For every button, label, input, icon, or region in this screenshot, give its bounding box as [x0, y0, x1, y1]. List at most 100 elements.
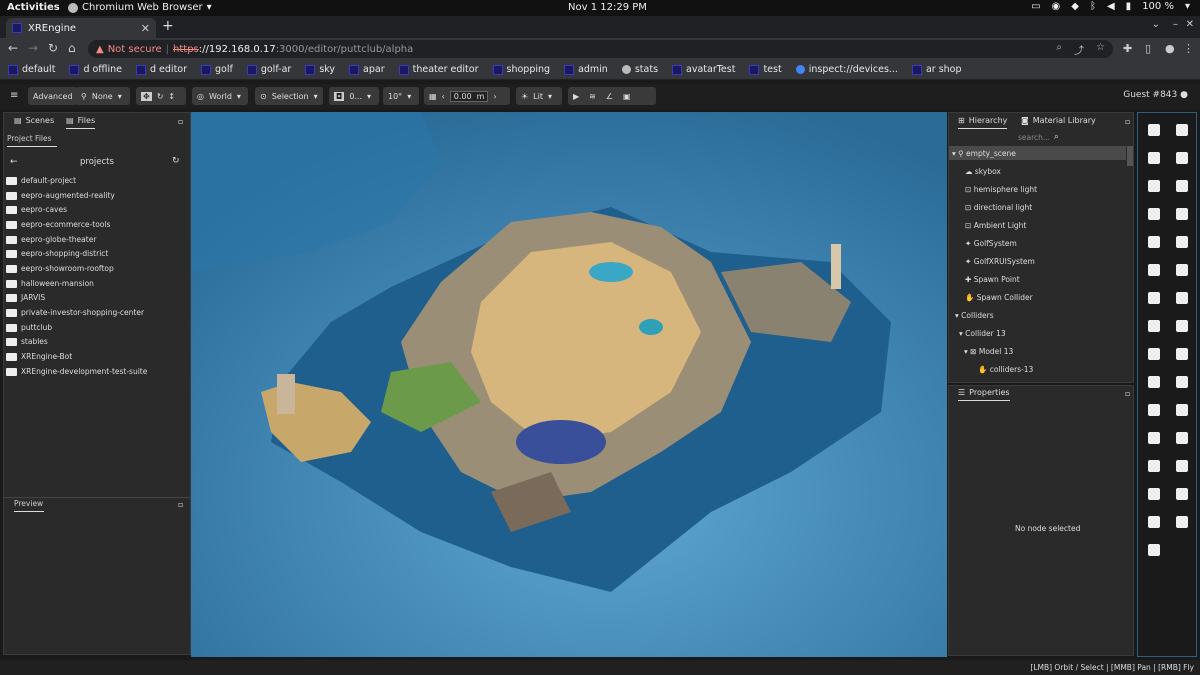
add-to-cart-icon[interactable]: [1148, 544, 1160, 556]
cloud-icon[interactable]: [1148, 292, 1160, 304]
tree-node[interactable]: ✦ GolfXRUISystem: [965, 257, 1035, 266]
grid-snap-select[interactable]: ◘ 0... ▾: [329, 87, 379, 105]
volume-icon[interactable]: [1148, 460, 1160, 472]
tree-node[interactable]: ⊡ directional light: [965, 203, 1032, 212]
bookmark-item[interactable]: inspect://devices...: [795, 64, 898, 75]
chevron-right-icon[interactable]: ›: [493, 92, 496, 101]
frame-icon[interactable]: ▣: [623, 92, 631, 101]
bookmark-item[interactable]: d editor: [136, 64, 187, 75]
video-camera-icon[interactable]: [1148, 488, 1160, 500]
forward-button[interactable]: →: [28, 41, 38, 55]
camera-icon[interactable]: [1148, 124, 1160, 136]
list-item[interactable]: XREngine-Bot: [6, 350, 147, 365]
list-item[interactable]: puttclub: [6, 321, 147, 336]
snap-toggle-icon[interactable]: ◘: [334, 91, 345, 101]
tree-node[interactable]: ✋ colliders-13: [978, 365, 1033, 374]
move-icon[interactable]: ✥: [141, 91, 152, 101]
extensions-icon[interactable]: ✚: [1123, 42, 1132, 55]
tree-node[interactable]: ✚ Spawn Point: [965, 275, 1020, 284]
list-item[interactable]: eepro-showroom-rooftop: [6, 262, 147, 277]
star-icon[interactable]: ☆: [1096, 42, 1105, 57]
snowflake-icon[interactable]: [1148, 432, 1160, 444]
video-icon[interactable]: [1176, 460, 1188, 472]
maximize-icon[interactable]: ▫: [178, 117, 183, 126]
list-item[interactable]: XREngine-development-test-suite: [6, 365, 147, 380]
transform-tools[interactable]: ✥ ↻ ↕: [136, 87, 186, 105]
tree-node[interactable]: ▾ ⚲ empty_scene: [952, 149, 1016, 158]
bookmark-item[interactable]: apar: [349, 64, 385, 75]
play-icon[interactable]: ▶: [573, 92, 579, 101]
list-item[interactable]: stables: [6, 335, 147, 350]
bookmark-item[interactable]: stats: [621, 64, 658, 75]
address-bar[interactable]: ▲ Not secure | https://192.168.0.17:3000…: [88, 40, 1113, 58]
list-item[interactable]: private-investor-shopping-center: [6, 306, 147, 321]
tab-properties[interactable]: ☰ Properties: [958, 388, 1010, 401]
search-input[interactable]: search...: [1018, 133, 1050, 142]
chart-line-icon[interactable]: [1148, 348, 1160, 360]
security-label[interactable]: Not secure: [108, 44, 162, 55]
list-item[interactable]: eepro-globe-theater: [6, 233, 147, 248]
rotate-icon[interactable]: ↻: [157, 92, 164, 101]
target-icon[interactable]: [1176, 404, 1188, 416]
bookmark-item[interactable]: test: [749, 64, 782, 75]
maximize-icon[interactable]: ▫: [1125, 389, 1130, 398]
transform-pivot-select[interactable]: ⚲ None ▾: [76, 87, 130, 105]
system-tray[interactable]: ▭ ◉ ◆ ᛒ ◀ ▮ 100 % ▾: [1031, 1, 1190, 12]
share-icon[interactable]: ⤴: [1074, 42, 1084, 57]
sidepanel-icon[interactable]: ▯: [1145, 42, 1151, 55]
screenshot-icon[interactable]: [1176, 124, 1188, 136]
grid-icon[interactable]: ▦: [429, 92, 437, 101]
tree-node[interactable]: ✦ GolfSystem: [965, 239, 1017, 248]
scene-viewport[interactable]: [191, 112, 947, 657]
cloud-icon[interactable]: [1148, 208, 1160, 220]
grid-height-input[interactable]: 0.00 m: [449, 90, 489, 102]
building-icon[interactable]: [1148, 180, 1160, 192]
clock[interactable]: Nov 1 12:29 PM: [568, 2, 647, 13]
maximize-icon[interactable]: ▫: [1125, 117, 1130, 126]
grid-icon[interactable]: [1176, 236, 1188, 248]
bookmark-item[interactable]: d offline: [69, 64, 122, 75]
square-icon[interactable]: [1148, 264, 1160, 276]
puzzle-icon[interactable]: [1148, 152, 1160, 164]
image-icon[interactable]: [1176, 264, 1188, 276]
tab-files[interactable]: ▤ Files: [66, 116, 96, 129]
reload-button[interactable]: ↻: [48, 41, 58, 55]
shield-icon[interactable]: [1148, 376, 1160, 388]
portal-icon[interactable]: [1176, 180, 1188, 192]
hand-icon[interactable]: [1176, 432, 1188, 444]
maximize-icon[interactable]: ▫: [178, 500, 183, 509]
render-mode-select[interactable]: ☀ Lit ▾: [516, 87, 562, 105]
map-icon[interactable]: [1176, 152, 1188, 164]
fog-icon[interactable]: [1148, 320, 1160, 332]
gear-icon[interactable]: [1176, 376, 1188, 388]
tab-hierarchy[interactable]: ⊞ Hierarchy: [958, 116, 1008, 129]
tree-node[interactable]: ▾ Collider 13: [959, 329, 1006, 338]
menu-icon[interactable]: ⋮: [1183, 42, 1194, 55]
activities-button[interactable]: Activities: [7, 2, 60, 13]
list-item[interactable]: eepro-shopping-district: [6, 247, 147, 262]
tree-node[interactable]: ▾ ⊠ Model 13: [964, 347, 1013, 356]
tab-search-icon[interactable]: ⌄: [1152, 19, 1160, 30]
advanced-button[interactable]: Advanced: [28, 87, 78, 105]
scrollbar-thumb[interactable]: [1127, 146, 1133, 166]
checker-icon[interactable]: [1148, 516, 1160, 528]
rotation-snap-select[interactable]: 10° ▾: [383, 87, 419, 105]
zoom-icon[interactable]: ⌕: [1056, 42, 1062, 57]
list-item[interactable]: eepro-ecommerce-tools: [6, 218, 147, 233]
bookmark-item[interactable]: avatarTest: [672, 64, 735, 75]
back-button[interactable]: ←: [8, 41, 18, 55]
list-item[interactable]: halloween-mansion: [6, 277, 147, 292]
bookmark-item[interactable]: golf: [201, 64, 233, 75]
waves-icon[interactable]: ≋: [589, 92, 596, 101]
bolt-icon[interactable]: [1176, 348, 1188, 360]
minimize-icon[interactable]: –: [1173, 19, 1178, 30]
user-menu[interactable]: Guest #843 ●: [1123, 90, 1188, 100]
tree-node[interactable]: ✋ Spawn Collider: [965, 293, 1033, 302]
snap-mode-select[interactable]: ⊙ Selection ▾: [255, 87, 323, 105]
project-files-tab[interactable]: Project Files: [7, 134, 57, 147]
bookmark-item[interactable]: default: [8, 64, 55, 75]
location-icon[interactable]: [1176, 208, 1188, 220]
cart-icon[interactable]: [1176, 516, 1188, 528]
tree-node[interactable]: ☁ skybox: [965, 167, 1001, 176]
list-item[interactable]: default-project: [6, 174, 147, 189]
